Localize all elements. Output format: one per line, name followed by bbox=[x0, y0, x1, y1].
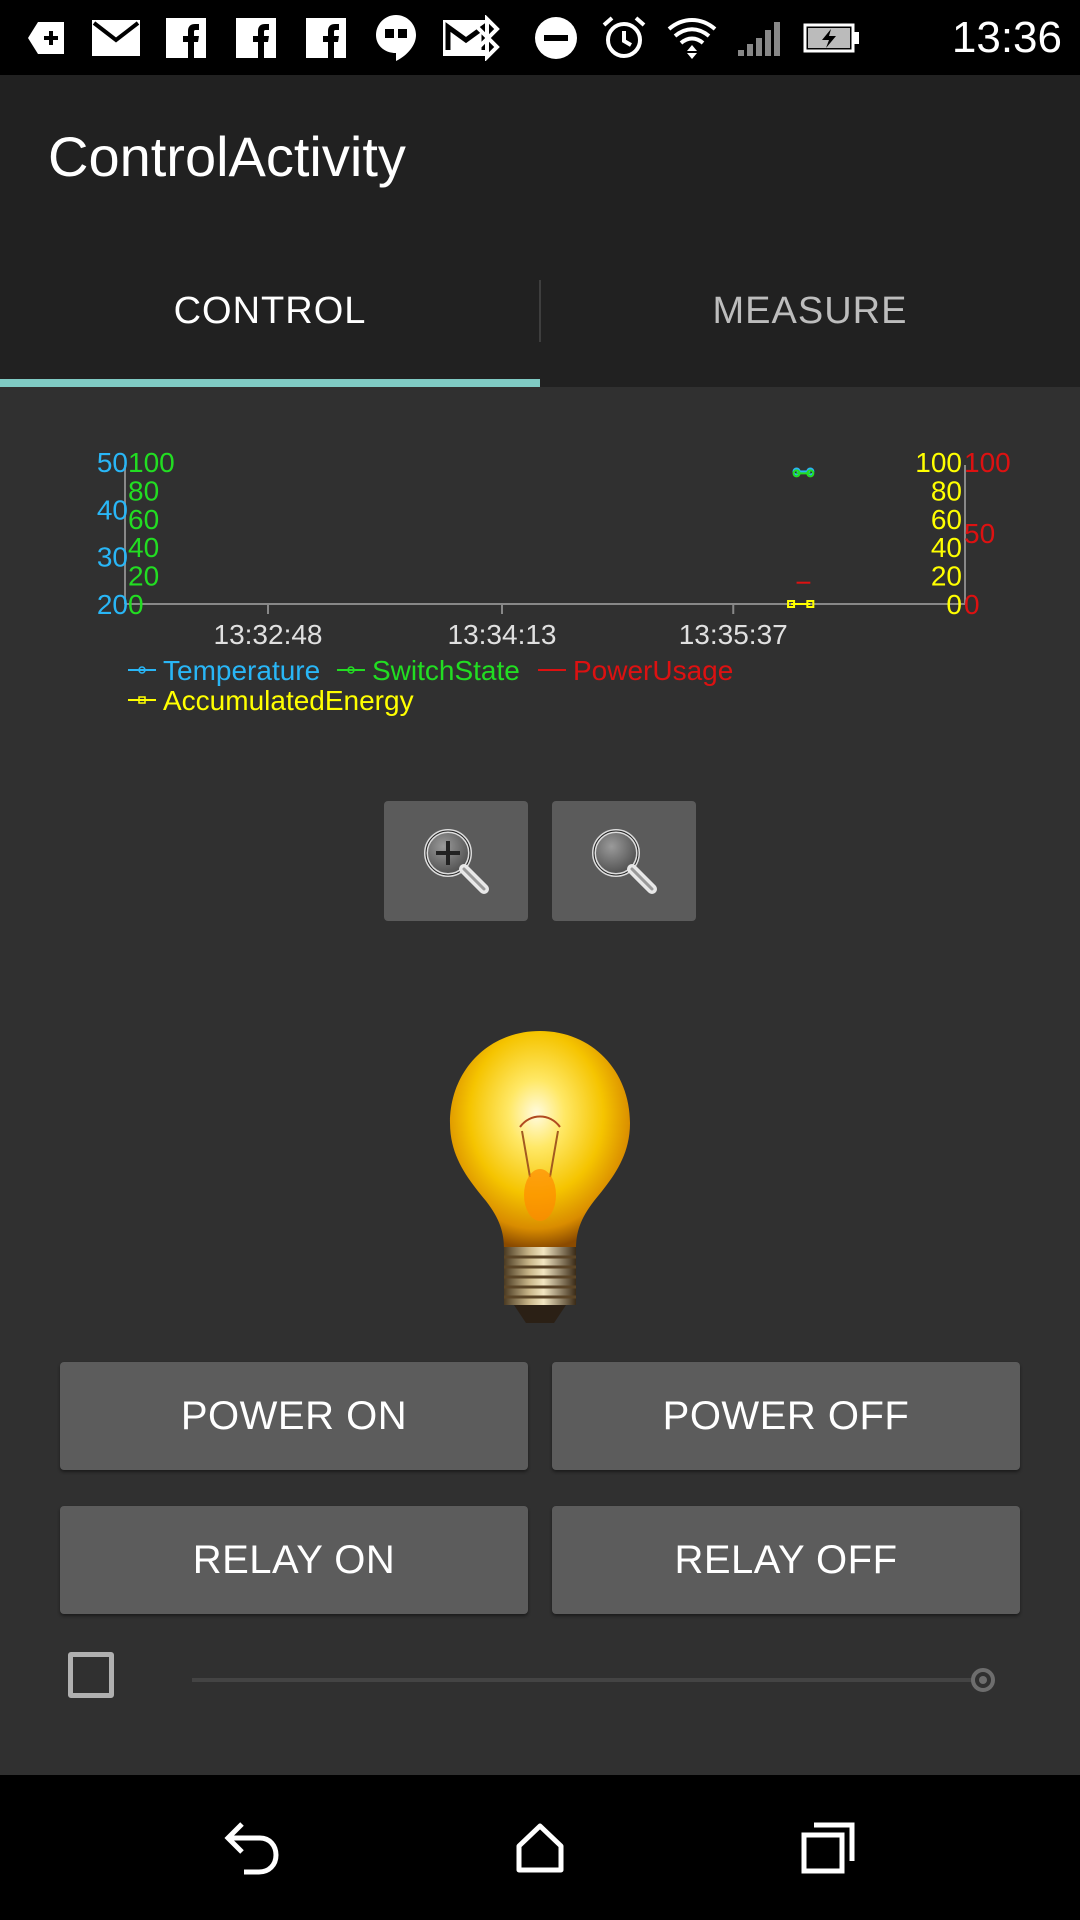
y-tick-label: 40 bbox=[128, 532, 159, 563]
zoom-in-button[interactable] bbox=[384, 801, 528, 921]
checkbox[interactable] bbox=[68, 1652, 114, 1698]
y-tick-label: 40 bbox=[931, 532, 962, 563]
tab-control[interactable]: CONTROL bbox=[0, 235, 540, 387]
y-ticks: 50403020100806040200100806040200100500 bbox=[97, 447, 1011, 620]
y-tick-label: 80 bbox=[931, 475, 962, 506]
legend-label: AccumulatedEnergy bbox=[163, 685, 414, 716]
slider-thumb-dot bbox=[979, 1676, 987, 1684]
chart-series bbox=[787, 467, 815, 608]
facebook-icon bbox=[160, 12, 212, 64]
y-tick-label: 100 bbox=[964, 447, 1011, 478]
zoom-reset-button[interactable] bbox=[552, 801, 696, 921]
y-tick-label: 20 bbox=[97, 589, 128, 620]
y-tick-label: 20 bbox=[931, 561, 962, 592]
zoom-out-icon bbox=[592, 829, 657, 894]
y-tick-label: 0 bbox=[964, 589, 980, 620]
status-bar: 13:36 bbox=[0, 0, 1080, 75]
zoom-in-icon bbox=[424, 829, 489, 894]
chart-canvas: 13:32:48 13:34:13 13:35:37 504030201008060… bbox=[97, 447, 1011, 716]
chart-legend: Temperature SwitchState PowerUsage Accumula… bbox=[128, 655, 733, 716]
power-on-button[interactable]: POWER ON bbox=[60, 1362, 528, 1470]
y-tick-label: 20 bbox=[128, 561, 159, 592]
y-tick-label: 50 bbox=[97, 447, 128, 478]
legend-label: Temperature bbox=[163, 655, 320, 686]
y-tick-label: 60 bbox=[128, 504, 159, 535]
status-time: 13:36 bbox=[951, 13, 1062, 62]
battery-charging-icon bbox=[802, 12, 862, 64]
x-tick-label: 13:32:48 bbox=[214, 619, 323, 650]
mail-icon bbox=[90, 12, 142, 64]
light-bulb-image[interactable] bbox=[430, 1027, 650, 1337]
control-content: 13:32:48 13:34:13 13:35:37 50 40 30 20 100 80 60… bbox=[0, 387, 1080, 1775]
recents-button[interactable] bbox=[783, 1803, 873, 1893]
light-bulb-on-icon bbox=[450, 1031, 630, 1323]
back-button[interactable] bbox=[207, 1803, 297, 1893]
y-tick-label: 100 bbox=[128, 447, 175, 478]
add-box-icon bbox=[20, 12, 72, 64]
do-not-disturb-icon bbox=[530, 12, 582, 64]
tab-bar: CONTROL MEASURE bbox=[0, 235, 1080, 387]
x-tick-label: 13:35:37 bbox=[679, 619, 788, 650]
y-tick-label: 50 bbox=[964, 518, 995, 549]
relay-off-button[interactable]: RELAY OFF bbox=[552, 1506, 1020, 1614]
x-ticks: 13:32:48 13:34:13 13:35:37 bbox=[214, 604, 788, 650]
navigation-bar bbox=[0, 1775, 1080, 1920]
y-tick-label: 60 bbox=[931, 504, 962, 535]
alarm-icon bbox=[598, 12, 650, 64]
recents-icon bbox=[801, 1822, 855, 1874]
slider-track[interactable] bbox=[192, 1678, 982, 1682]
legend-label: PowerUsage bbox=[573, 655, 733, 686]
back-icon bbox=[224, 1822, 279, 1875]
facebook-icon bbox=[300, 12, 352, 64]
y-tick-label: 30 bbox=[97, 542, 128, 573]
home-icon bbox=[516, 1823, 564, 1873]
app-bar: ControlActivity bbox=[0, 75, 1080, 235]
y-tick-label: 80 bbox=[128, 475, 159, 506]
x-tick-label: 13:34:13 bbox=[448, 619, 557, 650]
y-tick-label: 40 bbox=[97, 494, 128, 525]
y-tick-label: 0 bbox=[128, 589, 144, 620]
sensor-chart[interactable]: 13:32:48 13:34:13 13:35:37 50 40 30 20 100 80 60… bbox=[0, 387, 1080, 747]
cell-signal-icon bbox=[734, 12, 786, 64]
home-button[interactable] bbox=[495, 1803, 585, 1893]
power-off-button[interactable]: POWER OFF bbox=[552, 1362, 1020, 1470]
bluetooth-icon bbox=[462, 12, 514, 64]
notification-icons bbox=[20, 12, 492, 64]
facebook-icon bbox=[230, 12, 282, 64]
wifi-icon bbox=[666, 12, 718, 64]
tab-measure[interactable]: MEASURE bbox=[540, 235, 1080, 387]
legend-label: SwitchState bbox=[372, 655, 520, 686]
relay-on-button[interactable]: RELAY ON bbox=[60, 1506, 528, 1614]
y-tick-label: 100 bbox=[915, 447, 962, 478]
system-icons bbox=[462, 12, 862, 64]
hangouts-icon bbox=[370, 12, 422, 64]
y-tick-label: 0 bbox=[946, 589, 962, 620]
page-title: ControlActivity bbox=[48, 125, 406, 188]
tab-indicator bbox=[0, 379, 540, 387]
